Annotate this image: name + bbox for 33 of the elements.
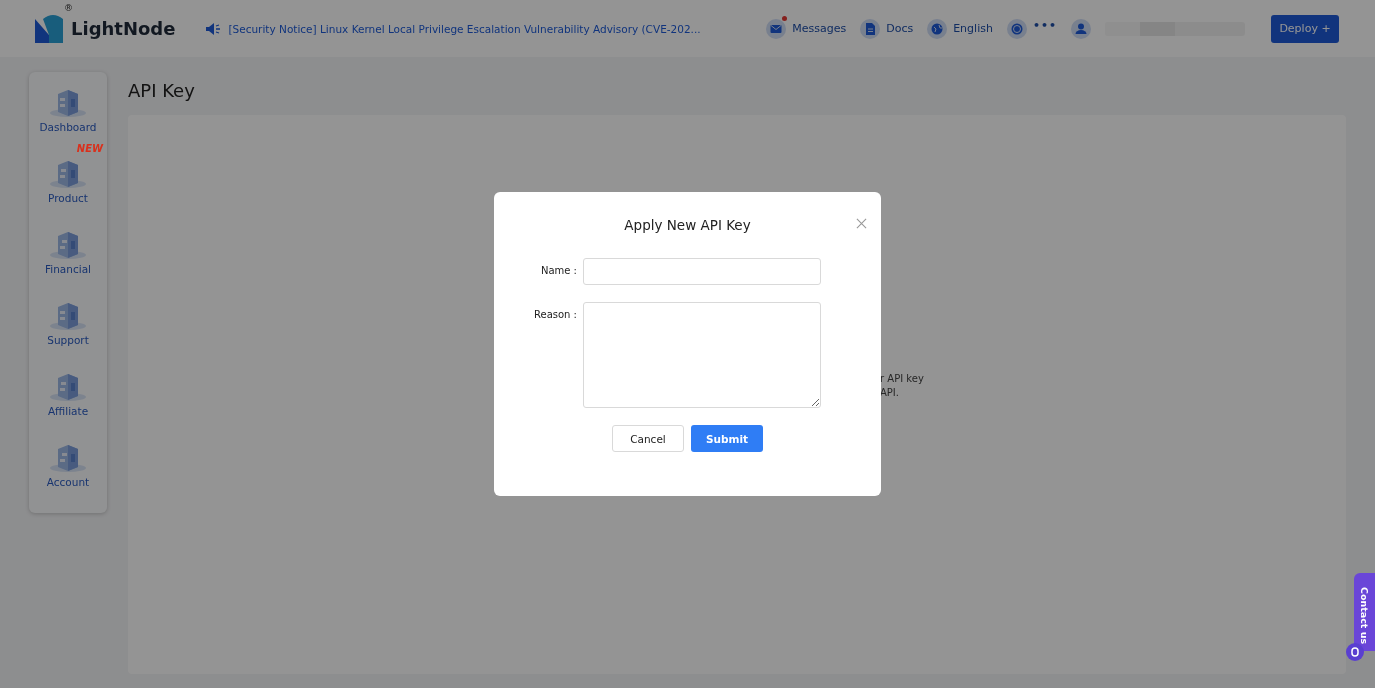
sidebar-item[interactable]: Dashboard [39, 86, 97, 133]
submit-button[interactable]: Submit [691, 425, 763, 452]
header-link[interactable]: English [927, 18, 993, 39]
field-label: Reason : [533, 308, 577, 320]
sidebar-item[interactable]: Support [47, 299, 89, 346]
registered-mark: ® [64, 2, 73, 13]
document-icon [860, 18, 881, 39]
deploy-button[interactable]: Deploy + [1271, 14, 1339, 43]
speaker-icon [205, 21, 222, 36]
dialog-title: Apply New API Key [623, 217, 752, 233]
hint-text: r API key [880, 373, 925, 384]
notice-link[interactable]: [Security Notice] Linux Kernel Local Privilege Escalation Vulnerability Advisory (CVE-202... [228, 22, 701, 35]
user-button[interactable] [1071, 18, 1091, 39]
coin-icon [1006, 18, 1027, 39]
globe-icon [927, 18, 948, 39]
sidebar-item[interactable]: Affiliate [47, 370, 89, 417]
field-label: Name : [539, 264, 577, 276]
logo-text[interactable]: LightNode [71, 18, 176, 39]
name-field[interactable] [583, 258, 821, 285]
hint-text: API. [880, 387, 900, 398]
user-icon [1071, 18, 1091, 39]
contact-tab[interactable]: Contact us [1354, 573, 1375, 651]
page-title: API Key [128, 80, 196, 101]
new-label: NEW [76, 143, 103, 154]
header-link[interactable]: Messages [766, 18, 847, 39]
sidebar-item[interactable]: Financial [45, 228, 91, 275]
close-icon[interactable] [856, 218, 867, 229]
cancel-button[interactable]: Cancel [612, 425, 684, 452]
header-link[interactable]: Docs [860, 18, 914, 39]
sidebar-item[interactable]: Account [46, 441, 90, 488]
sidebar-item[interactable]: Product [48, 157, 88, 204]
reason-field[interactable] [583, 302, 821, 408]
header-link[interactable]: ••• [1006, 18, 1057, 39]
